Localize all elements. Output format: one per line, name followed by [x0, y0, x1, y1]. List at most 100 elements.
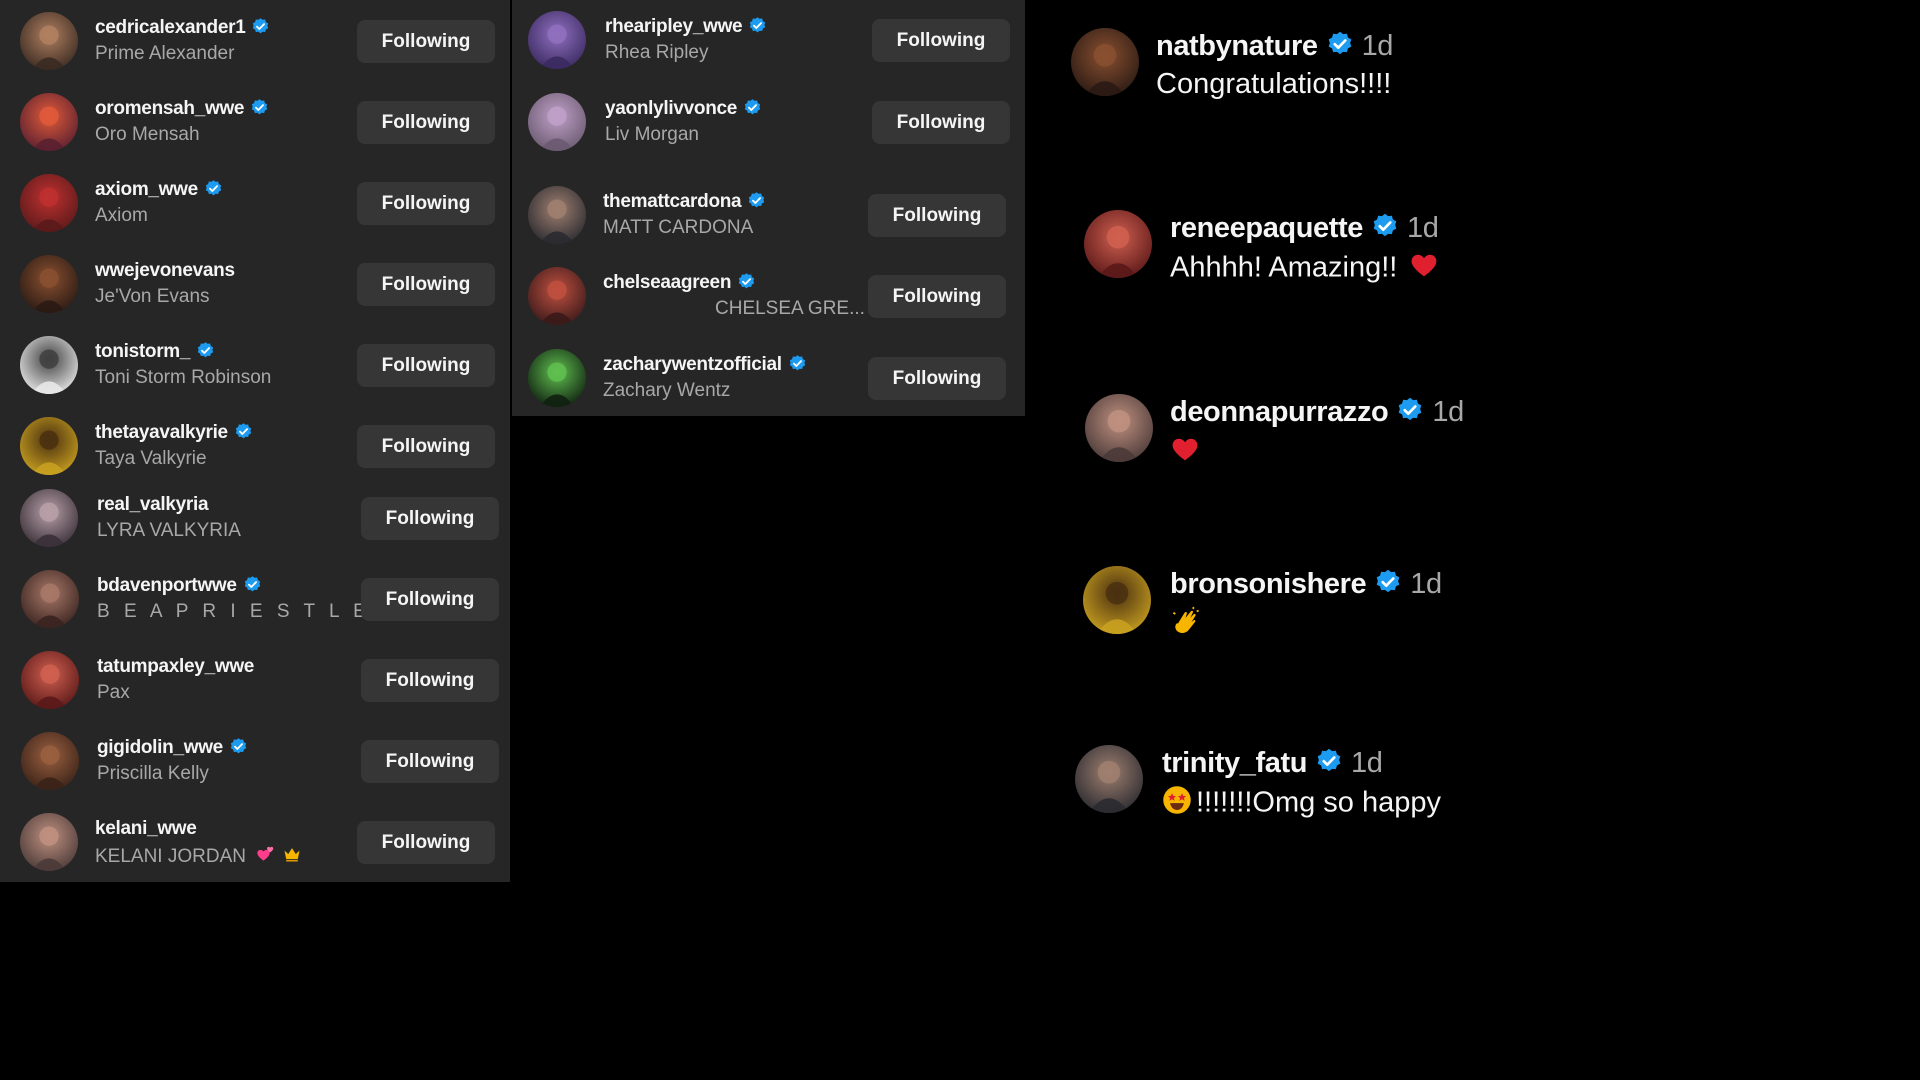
- username[interactable]: gigidolin_wwe: [97, 737, 248, 762]
- following-button[interactable]: Following: [357, 344, 495, 387]
- username[interactable]: tonistorm_: [95, 341, 215, 366]
- username[interactable]: yaonlylivvonce: [605, 98, 762, 123]
- full-name-text: MATT CARDONA: [603, 217, 754, 238]
- username[interactable]: zacharywentzofficial: [603, 354, 807, 379]
- avatar[interactable]: [20, 255, 78, 313]
- following-button[interactable]: Following: [872, 101, 1010, 144]
- avatar[interactable]: [1071, 28, 1139, 96]
- red-heart-icon: [1170, 434, 1200, 472]
- avatar[interactable]: [1083, 566, 1151, 634]
- username-text[interactable]: bronsonishere: [1170, 568, 1367, 600]
- comment-timestamp: 1d: [1410, 568, 1442, 600]
- avatar[interactable]: [528, 186, 586, 244]
- following-button[interactable]: Following: [357, 263, 495, 306]
- avatar[interactable]: [1084, 210, 1152, 278]
- following-button[interactable]: Following: [357, 425, 495, 468]
- username[interactable]: axiom_wwe: [95, 179, 223, 204]
- following-button[interactable]: Following: [872, 19, 1010, 62]
- avatar[interactable]: [21, 570, 79, 628]
- crown-icon: [282, 844, 302, 870]
- comment-username[interactable]: deonnapurrazzo 1d: [1170, 396, 1464, 432]
- username-text[interactable]: rhearipley_wwe: [605, 16, 743, 37]
- avatar[interactable]: [1075, 745, 1143, 813]
- following-button[interactable]: Following: [868, 194, 1006, 237]
- avatar[interactable]: [20, 12, 78, 70]
- username-text[interactable]: oromensah_wwe: [95, 98, 245, 119]
- following-button[interactable]: Following: [361, 497, 499, 540]
- username[interactable]: oromensah_wwe: [95, 98, 269, 123]
- full-name-text: Oro Mensah: [95, 124, 200, 145]
- username-text[interactable]: reneepaquette: [1170, 212, 1363, 244]
- following-button[interactable]: Following: [868, 275, 1006, 318]
- following-button[interactable]: Following: [357, 101, 495, 144]
- avatar[interactable]: [528, 11, 586, 69]
- username-text[interactable]: yaonlylivvonce: [605, 98, 737, 119]
- username-text[interactable]: trinity_fatu: [1162, 747, 1307, 779]
- following-button[interactable]: Following: [361, 659, 499, 702]
- username-text[interactable]: chelseaagreen: [603, 272, 731, 293]
- username[interactable]: themattcardona: [603, 191, 766, 216]
- full-name: Prime Alexander: [95, 43, 234, 65]
- comment-username[interactable]: bronsonishere 1d: [1170, 568, 1442, 604]
- avatar[interactable]: [20, 489, 78, 547]
- comment-username[interactable]: reneepaquette 1d: [1170, 212, 1439, 248]
- following-button[interactable]: Following: [868, 357, 1006, 400]
- comment-item: natbynature 1d Congratulations!!!!: [1025, 28, 1565, 138]
- list-item: rhearipley_wwe Rhea Ripley Following: [512, 11, 1025, 92]
- avatar[interactable]: [20, 336, 78, 394]
- comment-item: reneepaquette 1d Ahhhh! Amazing!!: [1025, 210, 1565, 320]
- avatar[interactable]: [528, 93, 586, 151]
- username[interactable]: rhearipley_wwe: [605, 16, 767, 41]
- following-button[interactable]: Following: [357, 821, 495, 864]
- following-button[interactable]: Following: [357, 20, 495, 63]
- username[interactable]: thetayavalkyrie: [95, 422, 253, 447]
- avatar[interactable]: [20, 93, 78, 151]
- username-text[interactable]: cedricalexander1: [95, 17, 246, 38]
- username-text[interactable]: wwejevonevans: [95, 260, 235, 281]
- full-name: KELANI JORDAN: [95, 844, 302, 870]
- username-text[interactable]: natbynature: [1156, 30, 1318, 62]
- username[interactable]: kelani_wwe: [95, 818, 197, 840]
- full-name: Toni Storm Robinson: [95, 367, 271, 389]
- avatar[interactable]: [20, 417, 78, 475]
- username-text[interactable]: tonistorm_: [95, 341, 190, 362]
- list-item: gigidolin_wwe Priscilla Kelly Following: [0, 732, 510, 813]
- verified-badge-icon: [234, 422, 253, 447]
- avatar[interactable]: [20, 174, 78, 232]
- username[interactable]: tatumpaxley_wwe: [97, 656, 254, 678]
- username[interactable]: bdavenportwwe: [97, 575, 262, 600]
- comment-body: Ahhhh! Amazing!!: [1170, 251, 1398, 284]
- following-button[interactable]: Following: [361, 578, 499, 621]
- username-text[interactable]: thetayavalkyrie: [95, 422, 228, 443]
- username-text[interactable]: tatumpaxley_wwe: [97, 656, 254, 677]
- username-text[interactable]: bdavenportwwe: [97, 575, 237, 596]
- username[interactable]: real_valkyria: [97, 494, 209, 516]
- username-text[interactable]: real_valkyria: [97, 494, 209, 515]
- username[interactable]: cedricalexander1: [95, 17, 270, 42]
- following-button[interactable]: Following: [361, 740, 499, 783]
- username-text[interactable]: gigidolin_wwe: [97, 737, 223, 758]
- username-text[interactable]: deonnapurrazzo: [1170, 396, 1389, 428]
- following-button[interactable]: Following: [357, 182, 495, 225]
- full-name: Axiom: [95, 205, 148, 227]
- verified-badge-icon: [737, 272, 756, 297]
- comment-username[interactable]: natbynature 1d: [1156, 30, 1393, 66]
- avatar[interactable]: [1085, 394, 1153, 462]
- verified-badge-icon: [748, 16, 767, 41]
- avatar[interactable]: [528, 349, 586, 407]
- username-text[interactable]: themattcardona: [603, 191, 742, 212]
- username-text[interactable]: kelani_wwe: [95, 818, 197, 839]
- verified-badge-icon: [743, 98, 762, 123]
- comment-item: bronsonishere 1d: [1025, 566, 1565, 676]
- comment-username[interactable]: trinity_fatu 1d: [1162, 747, 1383, 783]
- username[interactable]: chelseaagreen: [603, 272, 756, 297]
- username-text[interactable]: zacharywentzofficial: [603, 354, 782, 375]
- username[interactable]: wwejevonevans: [95, 260, 235, 282]
- username-text[interactable]: axiom_wwe: [95, 179, 198, 200]
- avatar[interactable]: [528, 267, 586, 325]
- avatar[interactable]: [20, 813, 78, 871]
- full-name-text: Pax: [97, 682, 130, 703]
- avatar[interactable]: [21, 732, 79, 790]
- comment-body: !!!!!!!Omg so happy: [1196, 786, 1441, 819]
- avatar[interactable]: [21, 651, 79, 709]
